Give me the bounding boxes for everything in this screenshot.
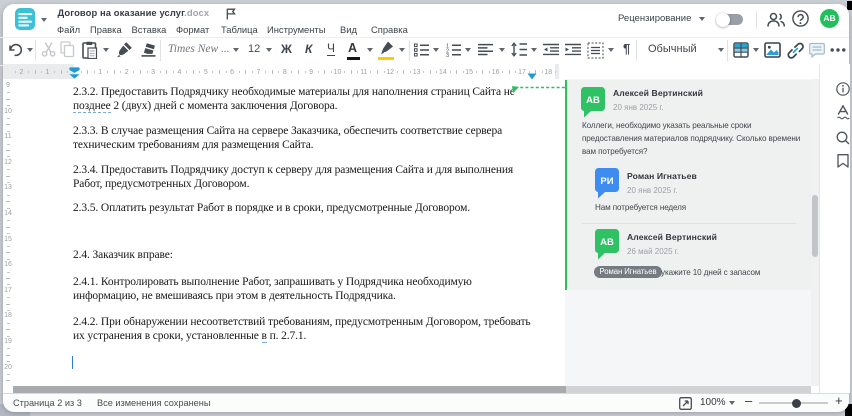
svg-text:РИ: РИ (600, 176, 613, 187)
svg-text:АВ: АВ (586, 95, 600, 106)
svg-text:3: 3 (446, 53, 449, 57)
svg-text:АВ: АВ (600, 237, 614, 248)
